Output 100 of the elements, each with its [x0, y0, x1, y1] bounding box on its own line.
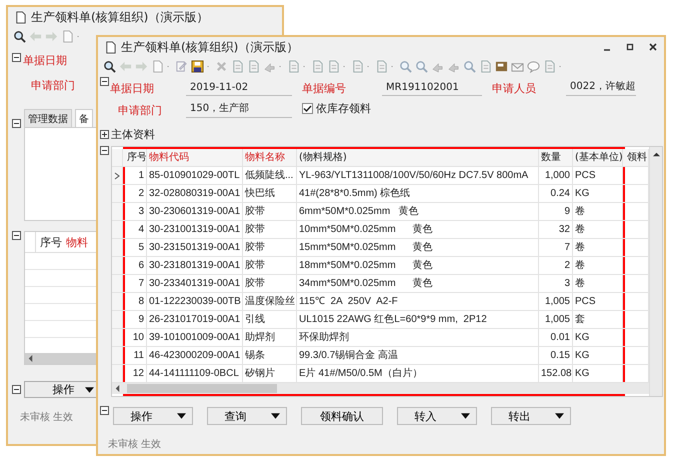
- table-cell: 4: [125, 221, 147, 238]
- table-cell: 锡条: [243, 347, 297, 364]
- collapse-icon[interactable]: [12, 385, 21, 394]
- page-icon[interactable]: [327, 60, 340, 72]
- table-cell: 助焊剂: [243, 329, 297, 346]
- text-field[interactable]: 2019-11-02: [186, 80, 292, 96]
- table-cell: 5: [125, 239, 147, 256]
- table-cell: 30-231501319-00A1: [147, 239, 243, 256]
- scrollbar-thumb[interactable]: [127, 384, 277, 393]
- page-icon[interactable]: [287, 60, 300, 72]
- action-button[interactable]: 转出: [491, 407, 571, 425]
- page-icon[interactable]: [375, 60, 388, 72]
- table-cell: 胶带: [243, 257, 297, 274]
- table-cell: 温度保险丝: [243, 293, 297, 310]
- section-title: 主体资料: [111, 127, 155, 142]
- table-cell: 1,005: [539, 311, 573, 328]
- magnifier-icon[interactable]: [103, 60, 116, 72]
- row-header[interactable]: [112, 167, 123, 184]
- table-cell: 18mm*50M*0.025mm 黄色: [297, 257, 539, 274]
- action-button[interactable]: 操作: [113, 407, 193, 425]
- table-cell: 卷: [573, 257, 623, 274]
- action-button[interactable]: 领料确认: [301, 407, 383, 425]
- card-icon[interactable]: [495, 60, 508, 72]
- table-cell: 3: [125, 203, 147, 220]
- table-cell: 9: [539, 203, 573, 220]
- table-cell: 6: [125, 257, 147, 274]
- field-label: 申请人员: [492, 81, 537, 96]
- table-cell: KG: [573, 347, 623, 364]
- page-icon[interactable]: [543, 60, 556, 72]
- table-cell: KG: [573, 365, 623, 382]
- table-cell: YL-963/YLT1311008/100V/50/60Hz DC7.5V 800mA: [297, 167, 539, 184]
- table-cell: 矽钢片: [243, 365, 297, 382]
- column-header[interactable]: (物料规格): [297, 149, 539, 166]
- table-cell: 115℃ 2A 250V A2-F: [297, 293, 539, 310]
- column-header[interactable]: 物料名称: [243, 149, 297, 166]
- floppy-icon[interactable]: [191, 60, 204, 72]
- table-cell: 卷: [573, 203, 623, 220]
- field-label: 单据编号: [302, 81, 347, 96]
- checkbox[interactable]: [302, 103, 313, 114]
- table-cell: 12: [125, 365, 147, 382]
- document-icon[interactable]: [151, 60, 164, 72]
- tab[interactable]: 备: [75, 109, 93, 128]
- table-cell: 44-141111109-0BCL: [147, 365, 243, 382]
- column-header[interactable]: 物料代码: [147, 149, 243, 166]
- scroll-left-icon[interactable]: [114, 385, 121, 392]
- table-cell: 152.08: [539, 365, 573, 382]
- table-cell: 9: [125, 311, 147, 328]
- arrow-right-icon[interactable]: [135, 60, 148, 72]
- table-cell: 11: [125, 347, 147, 364]
- table-cell: 1: [125, 167, 147, 184]
- column-header[interactable]: 物料: [62, 234, 88, 250]
- table-cell: PCS: [573, 293, 623, 310]
- table-cell: PCS: [573, 167, 623, 184]
- table-cell: 卷: [573, 275, 623, 292]
- table-cell: 46-423000209-00A1: [147, 347, 243, 364]
- scroll-up-icon[interactable]: [652, 151, 660, 158]
- table-cell: 30-233401319-00A1: [147, 275, 243, 292]
- collapse-icon[interactable]: [100, 77, 109, 86]
- speech-bubble-icon[interactable]: [527, 60, 540, 72]
- page-icon[interactable]: [479, 60, 492, 72]
- action-button[interactable]: 查询: [207, 407, 287, 425]
- collapse-icon[interactable]: [12, 53, 21, 62]
- close-icon[interactable]: [648, 42, 658, 52]
- page-icon[interactable]: [311, 60, 324, 72]
- page-icon[interactable]: [231, 60, 244, 72]
- scroll-left-icon[interactable]: [27, 355, 34, 362]
- table-cell: KG: [573, 185, 623, 202]
- table-cell: 32-028080319-00A1: [147, 185, 243, 202]
- page-icon[interactable]: [247, 60, 260, 72]
- column-header[interactable]: 序号: [36, 234, 62, 250]
- table-cell: 2: [539, 257, 573, 274]
- action-button[interactable]: 转入: [397, 407, 477, 425]
- cross-icon[interactable]: [215, 60, 228, 72]
- table-cell: 10: [125, 329, 147, 346]
- collapse-icon[interactable]: [100, 406, 109, 414]
- text-field[interactable]: 0022，许敏超: [566, 77, 636, 96]
- text-field[interactable]: MR191102001: [382, 80, 482, 96]
- column-header[interactable]: 数量: [539, 149, 573, 166]
- field-label: 申请部门: [30, 78, 75, 93]
- maximize-icon[interactable]: [625, 42, 635, 52]
- collapse-icon[interactable]: [12, 119, 21, 128]
- table-cell: 6mm*50M*0.025mm 黄色: [297, 203, 539, 220]
- arrow-right-icon[interactable]: [45, 30, 58, 42]
- page-icon[interactable]: [351, 60, 364, 72]
- table-cell: 引线: [243, 311, 297, 328]
- collapse-icon[interactable]: [100, 146, 109, 155]
- magnifier-icon[interactable]: [13, 30, 26, 42]
- expand-icon[interactable]: [100, 130, 109, 139]
- table-cell: 41#(28*8*0.5mm) 棕色纸: [297, 185, 539, 202]
- table-cell: 30-231801319-00A1: [147, 257, 243, 274]
- table-cell: 套: [573, 311, 623, 328]
- tab[interactable]: 管理数据: [24, 109, 72, 128]
- table-cell: E片 41#/M50/0.5M（白片）: [297, 365, 539, 382]
- collapse-icon[interactable]: [12, 231, 21, 240]
- document-icon: [104, 40, 117, 54]
- document-icon[interactable]: [61, 30, 74, 42]
- table-cell: 85-010901029-00TL: [147, 167, 243, 184]
- column-header[interactable]: (基本单位): [573, 149, 623, 166]
- table-cell: 32: [539, 221, 573, 238]
- text-field[interactable]: 150，生产部: [186, 99, 292, 118]
